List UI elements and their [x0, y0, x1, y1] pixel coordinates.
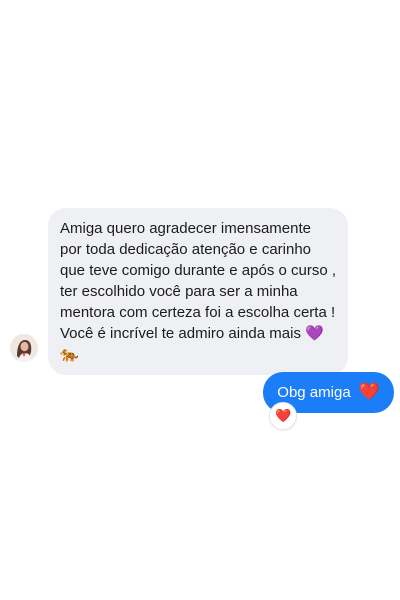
heart-reaction-icon[interactable]: ❤️	[269, 402, 298, 430]
heart-icon: ❤️	[358, 382, 380, 401]
outgoing-message-text: Obg amiga	[277, 384, 351, 401]
chat-thread: Amiga quero agradecer imensamente por to…	[0, 0, 400, 600]
reaction-heart-icon: ❤️	[275, 408, 292, 423]
incoming-message-bubble[interactable]: Amiga quero agradecer imensamente por to…	[48, 208, 348, 375]
outgoing-message-row: Obg amiga ❤️ ❤️	[263, 372, 394, 430]
avatar-photo-icon	[10, 334, 38, 362]
avatar[interactable]	[10, 334, 38, 362]
